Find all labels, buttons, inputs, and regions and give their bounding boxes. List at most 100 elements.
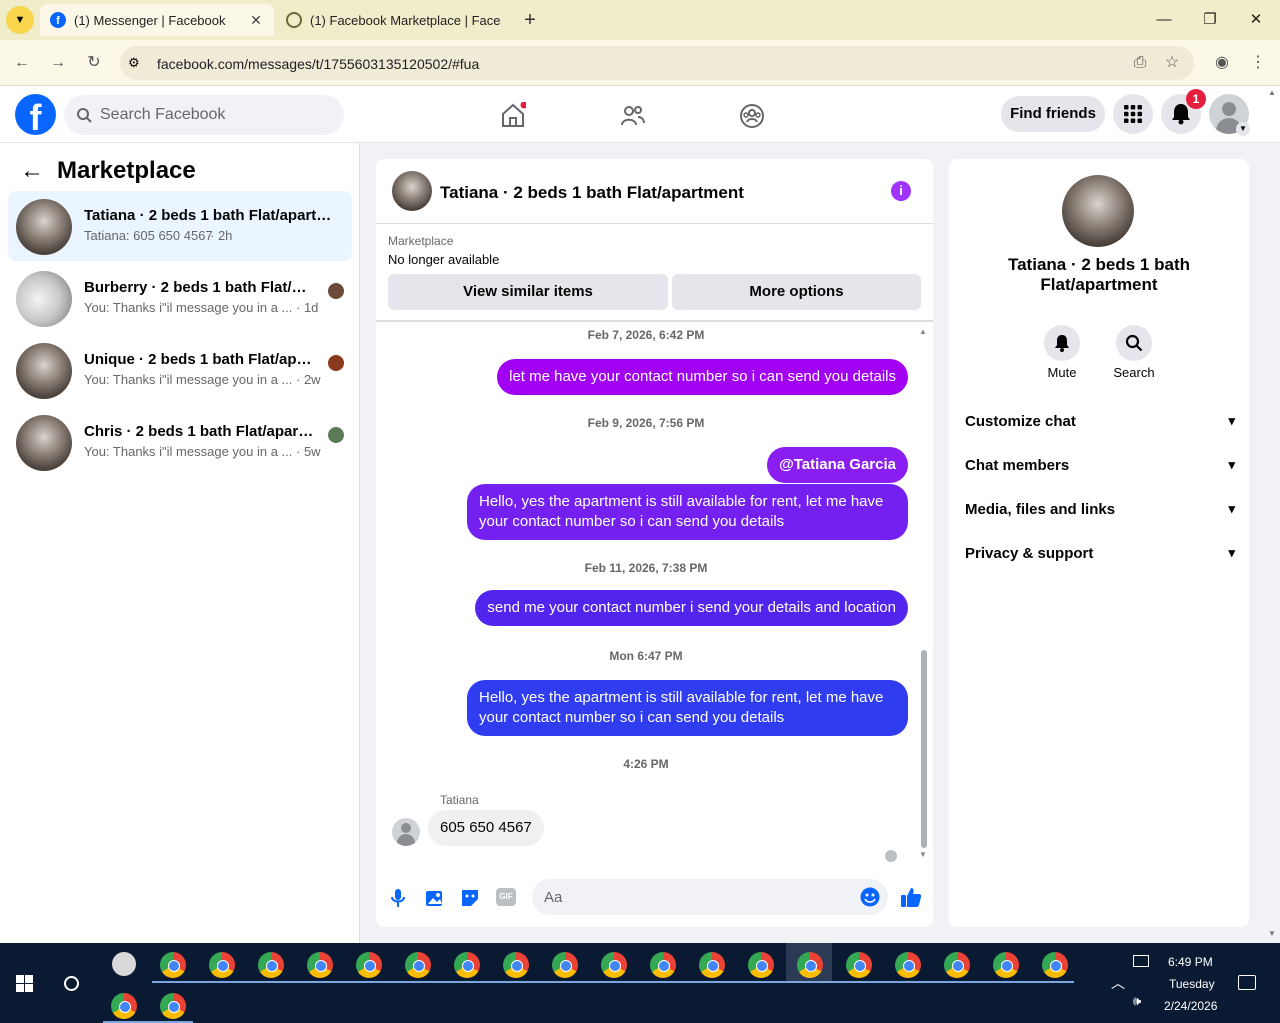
back-arrow-icon[interactable]: ← — [20, 157, 44, 185]
more-options-button[interactable]: More options — [672, 274, 921, 310]
windows-start-icon[interactable] — [16, 975, 33, 992]
chevron-down-icon: ▾ — [1228, 413, 1235, 428]
clock-time[interactable]: 6:49 PM — [1168, 955, 1213, 969]
search-input[interactable]: Search Facebook — [64, 95, 344, 135]
chrome-icon[interactable] — [944, 952, 970, 978]
bookmark-star-icon[interactable]: ☆ — [1163, 54, 1181, 72]
timestamp: Feb 9, 2026, 7:56 PM — [587, 416, 705, 430]
chat-title[interactable]: Tatiana · 2 beds 1 bath Flat/apartment — [440, 183, 744, 203]
clock-day[interactable]: Tuesday — [1169, 977, 1215, 991]
restore-icon[interactable]: ❐ — [1198, 8, 1222, 32]
network-icon[interactable] — [1133, 955, 1149, 967]
chrome-icon[interactable] — [552, 952, 578, 978]
back-icon[interactable]: ← — [13, 54, 31, 72]
menu-kebab-icon[interactable]: ⋮ — [1249, 54, 1267, 72]
chrome-icon[interactable] — [650, 952, 676, 978]
cortana-search-icon[interactable] — [64, 976, 79, 991]
profile-icon[interactable]: ◉ — [1213, 54, 1231, 72]
chrome-icon[interactable] — [160, 952, 186, 978]
close-tab-icon[interactable]: ✕ — [248, 12, 264, 29]
timestamp: Mon 6:47 PM — [609, 649, 683, 663]
find-friends-button[interactable]: Find friends — [1001, 96, 1105, 132]
chrome-icon[interactable] — [846, 952, 872, 978]
chat-avatar[interactable] — [392, 171, 432, 211]
microphone-icon[interactable] — [390, 888, 406, 908]
chrome-icon[interactable] — [356, 952, 382, 978]
close-window-icon[interactable]: ✕ — [1244, 8, 1268, 32]
chrome-icon[interactable] — [454, 952, 480, 978]
gif-icon[interactable]: GIF — [496, 888, 516, 906]
chrome-icon[interactable] — [111, 993, 137, 1019]
conversation-time: · 1d — [296, 300, 319, 315]
chat-scrollbar[interactable]: ▲ ▼ — [919, 327, 929, 859]
chrome-icon[interactable] — [748, 952, 774, 978]
listing-status: No longer available — [388, 252, 500, 267]
chrome-icon[interactable] — [405, 952, 431, 978]
install-app-icon[interactable]: ⎙ — [1131, 54, 1149, 72]
page-scrollbar[interactable]: ▲ ▼ — [1266, 88, 1280, 941]
chrome-icon[interactable] — [601, 952, 627, 978]
account-chevron-icon[interactable]: ▼ — [1236, 122, 1250, 136]
friends-icon[interactable] — [620, 103, 646, 129]
site-info-icon[interactable]: ⚙ — [128, 55, 140, 71]
search-button[interactable] — [1116, 325, 1152, 361]
view-similar-button[interactable]: View similar items — [388, 274, 668, 310]
mute-button[interactable] — [1044, 325, 1080, 361]
mute-label: Mute — [1047, 365, 1077, 380]
privacy-support-section[interactable]: Privacy & support ▾ — [965, 545, 1235, 562]
new-tab-icon[interactable]: + — [518, 8, 542, 32]
sticker-icon[interactable] — [460, 888, 480, 908]
chrome-icon[interactable] — [895, 952, 921, 978]
chrome-icon[interactable] — [307, 952, 333, 978]
tab-list-dropdown-icon[interactable]: ▼ — [6, 6, 34, 34]
incoming-message[interactable]: 605 650 4567 — [428, 810, 544, 846]
details-avatar[interactable] — [1062, 175, 1134, 247]
notification-badge: 1 — [1186, 89, 1206, 109]
customize-chat-section[interactable]: Customize chat ▾ — [965, 413, 1235, 430]
chrome-icon[interactable] — [699, 952, 725, 978]
thumbs-up-icon[interactable] — [900, 886, 922, 908]
outgoing-message[interactable]: send me your contact number i send your … — [475, 590, 908, 626]
conversation-name: Tatiana · 2 beds 1 bath Flat/apartm... — [84, 207, 334, 224]
conversation-item[interactable]: Burberry · 2 beds 1 bath Flat/ap... You:… — [8, 263, 352, 333]
chevron-down-icon: ▾ — [1228, 457, 1235, 472]
outgoing-message[interactable]: @Tatiana Garcia — [767, 447, 908, 483]
outgoing-message[interactable]: Hello, yes the apartment is still availa… — [467, 680, 908, 736]
tab-messenger[interactable]: f (1) Messenger | Facebook ✕ — [40, 4, 274, 36]
outgoing-message[interactable]: let me have your contact number so i can… — [497, 359, 908, 395]
info-icon[interactable]: i — [891, 181, 911, 201]
home-icon[interactable] — [500, 102, 526, 128]
chrome-icon[interactable] — [503, 952, 529, 978]
forward-icon[interactable]: → — [49, 54, 67, 72]
chrome-icon[interactable] — [160, 993, 186, 1019]
photo-icon[interactable] — [425, 888, 445, 908]
pinned-app-icon[interactable] — [112, 952, 136, 976]
clock-date[interactable]: 2/24/2026 — [1164, 999, 1217, 1013]
conversation-item[interactable]: Unique · 2 beds 1 bath Flat/apar... You:… — [8, 335, 352, 405]
url-text[interactable]: facebook.com/messages/t/1755603135120502… — [157, 56, 479, 72]
chat-members-section[interactable]: Chat members ▾ — [965, 457, 1235, 474]
message-input[interactable]: Aa — [532, 879, 888, 915]
chrome-icon[interactable] — [209, 952, 235, 978]
chrome-icon[interactable] — [258, 952, 284, 978]
emoji-icon[interactable] — [860, 887, 880, 907]
tab-marketplace[interactable]: (1) Facebook Marketplace | Face — [276, 4, 512, 36]
facebook-logo-icon[interactable]: f — [15, 94, 56, 135]
divider — [376, 320, 933, 322]
bell-icon — [1055, 335, 1069, 352]
minimize-icon[interactable]: — — [1152, 8, 1176, 32]
conversation-item[interactable]: Chris · 2 beds 1 bath Flat/apart... You:… — [8, 407, 352, 477]
volume-icon[interactable]: 🕪 — [1133, 993, 1141, 1009]
show-hidden-icons-icon[interactable]: ︿ — [1111, 973, 1125, 993]
groups-icon[interactable] — [739, 103, 765, 129]
chrome-icon[interactable] — [1042, 952, 1068, 978]
outgoing-message[interactable]: Hello, yes the apartment is still availa… — [467, 484, 908, 540]
menu-grid-button[interactable] — [1113, 94, 1153, 134]
reload-icon[interactable]: ↻ — [85, 54, 103, 72]
conversation-item[interactable]: Tatiana · 2 beds 1 bath Flat/apartm... T… — [8, 191, 352, 261]
chrome-icon[interactable] — [797, 952, 823, 978]
chrome-icon[interactable] — [993, 952, 1019, 978]
notification-center-icon[interactable] — [1238, 975, 1256, 990]
listing-thumbnail — [16, 199, 72, 255]
media-files-links-section[interactable]: Media, files and links ▾ — [965, 501, 1235, 518]
